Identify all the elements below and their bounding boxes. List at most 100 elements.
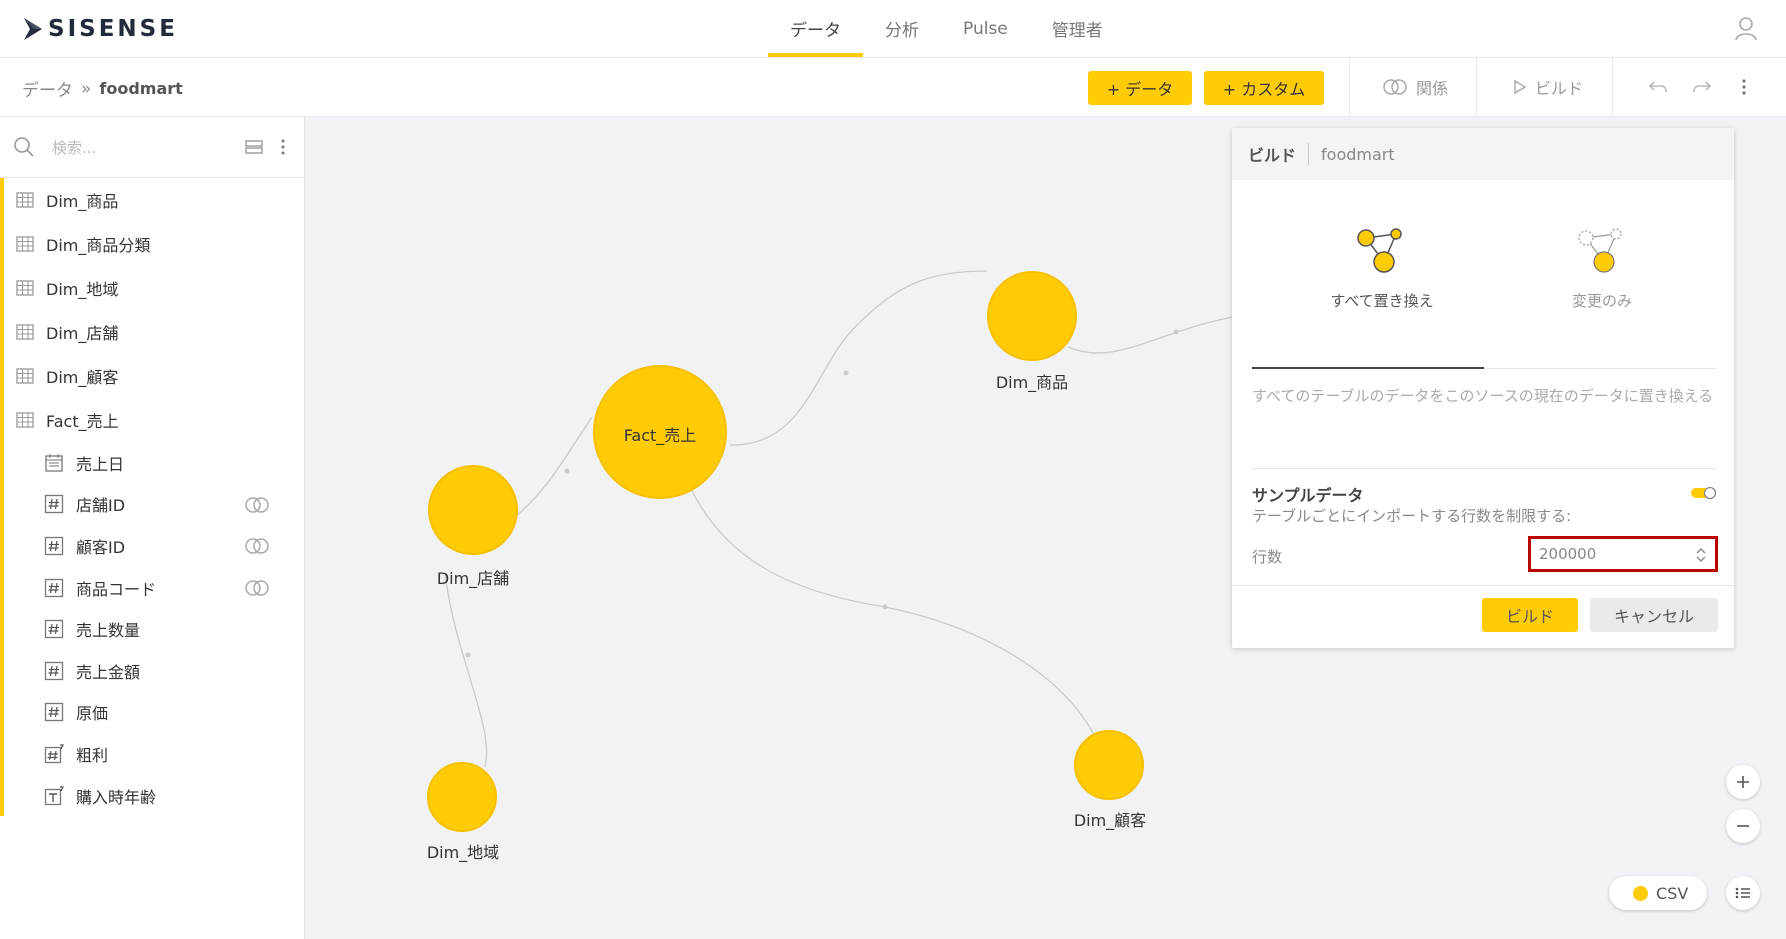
table-item[interactable]: Dim_地域 (0, 266, 304, 310)
field-name: 商品コード (76, 579, 157, 599)
tab-pulse[interactable]: Pulse (941, 0, 1030, 57)
rows-value: 200000 (1539, 545, 1597, 563)
field-name: 売上金額 (76, 662, 141, 682)
field-item[interactable]: 売上数量 (0, 608, 304, 650)
field-item[interactable]: 商品コード (0, 566, 304, 609)
zoom-in-button[interactable] (1726, 765, 1760, 799)
tab-data[interactable]: データ (768, 0, 863, 57)
cancel-button[interactable]: キャンセル (1590, 598, 1718, 632)
rows-label: 行数 (1252, 548, 1283, 566)
breadcrumb-root[interactable]: データ (22, 76, 73, 101)
redo-icon (1693, 81, 1712, 93)
play-icon (1514, 79, 1527, 95)
table-icon (16, 368, 34, 384)
node-label-customer: Dim_顧客 (1073, 811, 1147, 830)
add-custom-button[interactable]: + カスタム (1204, 71, 1324, 105)
field-name: 購入時年齢 (76, 787, 157, 807)
field-name: 粗利 (76, 745, 109, 765)
node-dim-store[interactable] (428, 465, 518, 555)
list-icon (1735, 887, 1750, 899)
build-panel-title: ビルド (1248, 146, 1297, 165)
stepper-icon[interactable] (1695, 546, 1707, 564)
list-view-icon[interactable] (245, 140, 263, 154)
field-item[interactable]: 店舗ID (0, 483, 304, 526)
field-item[interactable]: 購入時年齢 (0, 774, 304, 817)
field-item[interactable]: 売上日 (0, 442, 304, 484)
relation-line[interactable] (444, 572, 488, 768)
minus-icon (1737, 825, 1749, 827)
table-name: Dim_商品分類 (46, 236, 151, 255)
relation-line[interactable] (729, 270, 988, 446)
relation-icon[interactable] (244, 496, 270, 514)
redo-button[interactable] (1692, 58, 1712, 116)
footer-divider (1232, 585, 1734, 586)
table-icon (16, 236, 34, 252)
field-item[interactable]: 顧客ID (0, 525, 304, 567)
top-nav: SISENSE データ 分析 Pulse 管理者 (0, 0, 1786, 58)
hash-icon (44, 578, 64, 597)
table-item[interactable]: Dim_顧客 (0, 354, 304, 398)
node-label-fact: Fact_売上 (623, 426, 697, 445)
relations-icon (1383, 79, 1407, 95)
calendar-icon (45, 453, 63, 472)
search-icon (14, 137, 34, 157)
field-name: 売上数量 (76, 621, 141, 641)
search-bar: 検索... (0, 117, 304, 178)
user-icon[interactable] (1734, 16, 1758, 46)
sisense-logo[interactable]: SISENSE (22, 14, 178, 44)
field-name: 売上日 (76, 454, 125, 474)
node-dim-region[interactable] (427, 762, 497, 832)
table-name: Dim_顧客 (46, 368, 119, 387)
legend-list-button[interactable] (1726, 876, 1760, 910)
breadcrumb-separator: » (81, 78, 92, 99)
add-data-button[interactable]: + データ (1088, 71, 1192, 105)
toolbar-divider (1349, 58, 1350, 116)
tab-analytics[interactable]: 分析 (863, 0, 941, 57)
search-input[interactable]: 検索... (52, 137, 96, 158)
table-item[interactable]: Fact_売上 (0, 398, 304, 442)
table-item[interactable]: Dim_商品分類 (0, 222, 304, 266)
sidebar-menu-icon[interactable] (280, 138, 286, 156)
relation-icon[interactable] (244, 537, 270, 555)
relations-button[interactable]: 関係 (1382, 58, 1448, 116)
build-button[interactable]: ビルド (1482, 598, 1578, 632)
build-panel-header: ビルド foodmart (1232, 128, 1734, 180)
full-build-icon (1357, 228, 1402, 273)
build-toolbar-button[interactable]: ビルド (1513, 58, 1583, 116)
table-item[interactable]: Dim_店舗 (0, 310, 304, 354)
node-label-product: Dim_商品 (995, 373, 1069, 392)
zoom-out-button[interactable] (1726, 809, 1760, 843)
table-name: Dim_店舗 (46, 324, 119, 343)
table-item[interactable]: Dim_商品 (0, 178, 304, 222)
csv-label: CSV (1656, 883, 1689, 903)
build-option-full[interactable]: すべて置き換え (1302, 224, 1462, 311)
table-name: Fact_売上 (46, 412, 119, 431)
field-name: 店舗ID (76, 496, 126, 516)
relation-line[interactable] (514, 416, 593, 518)
tab-admin[interactable]: 管理者 (1030, 0, 1125, 57)
toolbar: データ » foodmart + データ + カスタム 関係 ビルド (0, 58, 1786, 117)
logo-text: SISENSE (48, 16, 178, 42)
relation-line[interactable] (690, 488, 1096, 738)
node-label-region: Dim_地域 (426, 843, 500, 862)
build-description: すべてのテーブルのデータをこのソースの現在のデータに置き換える (1252, 387, 1714, 405)
sample-data-toggle[interactable] (1690, 486, 1718, 500)
build-panel-model: foodmart (1321, 144, 1395, 164)
field-name: 顧客ID (76, 537, 126, 557)
schema-sidebar: 検索... Dim_商品 Dim_商品分類 Dim_地域 Dim_店舗 Dim_… (0, 117, 305, 939)
relation-icon[interactable] (244, 579, 270, 597)
node-dim-customer[interactable] (1074, 730, 1144, 800)
field-item[interactable]: 原価 (0, 691, 304, 734)
table-icon (16, 412, 34, 428)
rows-input[interactable]: 200000 (1528, 536, 1718, 572)
undo-button[interactable] (1648, 58, 1668, 116)
node-dim-product[interactable] (987, 271, 1077, 361)
build-option-changes[interactable]: 変更のみ (1522, 224, 1682, 311)
field-item[interactable]: 売上金額 (0, 649, 304, 692)
csv-legend[interactable]: CSV (1609, 876, 1707, 910)
relation-line[interactable] (1067, 316, 1234, 354)
hash-icon (44, 620, 64, 639)
more-menu-button[interactable] (1741, 58, 1747, 116)
plus-icon (1737, 776, 1749, 788)
field-item[interactable]: 粗利 (0, 733, 304, 775)
